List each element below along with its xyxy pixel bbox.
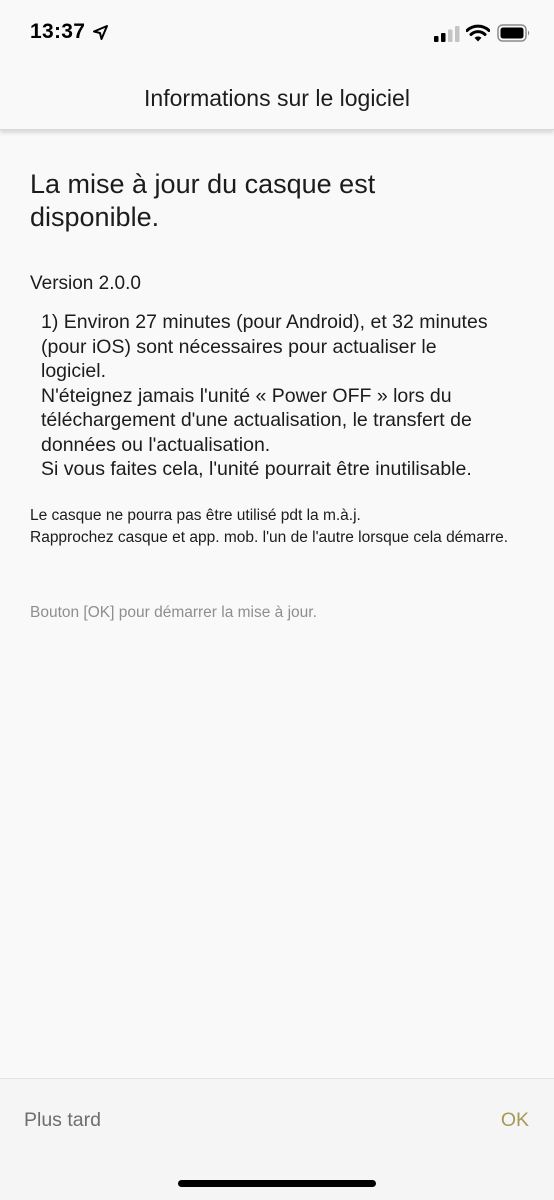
ok-button[interactable]: OK bbox=[501, 1109, 529, 1132]
wifi-icon bbox=[466, 24, 490, 42]
status-time: 13:37 bbox=[30, 20, 86, 43]
scroll-fade-top bbox=[30, 296, 510, 308]
release-notes-scroll[interactable]: 1) Environ 27 minutes (pour Android), et… bbox=[30, 296, 510, 492]
signal-icon bbox=[434, 26, 460, 42]
release-notes-text: 1) Environ 27 minutes (pour Android), et… bbox=[41, 311, 488, 480]
status-bar: 13:37 bbox=[0, 0, 554, 66]
nav-bar: Informations sur le logiciel bbox=[0, 66, 554, 130]
action-bar: Plus tard OK bbox=[0, 1078, 554, 1200]
battery-icon bbox=[497, 24, 530, 42]
update-info-text: Le casque ne pourra pas être utilisé pdt… bbox=[30, 507, 509, 546]
scroll-fade-bottom bbox=[30, 478, 510, 492]
later-button[interactable]: Plus tard bbox=[24, 1109, 101, 1132]
version-label: Version 2.0.0 bbox=[30, 273, 141, 294]
home-indicator[interactable] bbox=[178, 1180, 376, 1187]
ok-hint-text: Bouton [OK] pour démarrer la mise à jour… bbox=[30, 604, 317, 621]
page-title: Informations sur le logiciel bbox=[144, 85, 410, 111]
location-arrow-icon bbox=[93, 25, 108, 40]
update-headline: La mise à jour du casque est disponible. bbox=[30, 169, 376, 232]
